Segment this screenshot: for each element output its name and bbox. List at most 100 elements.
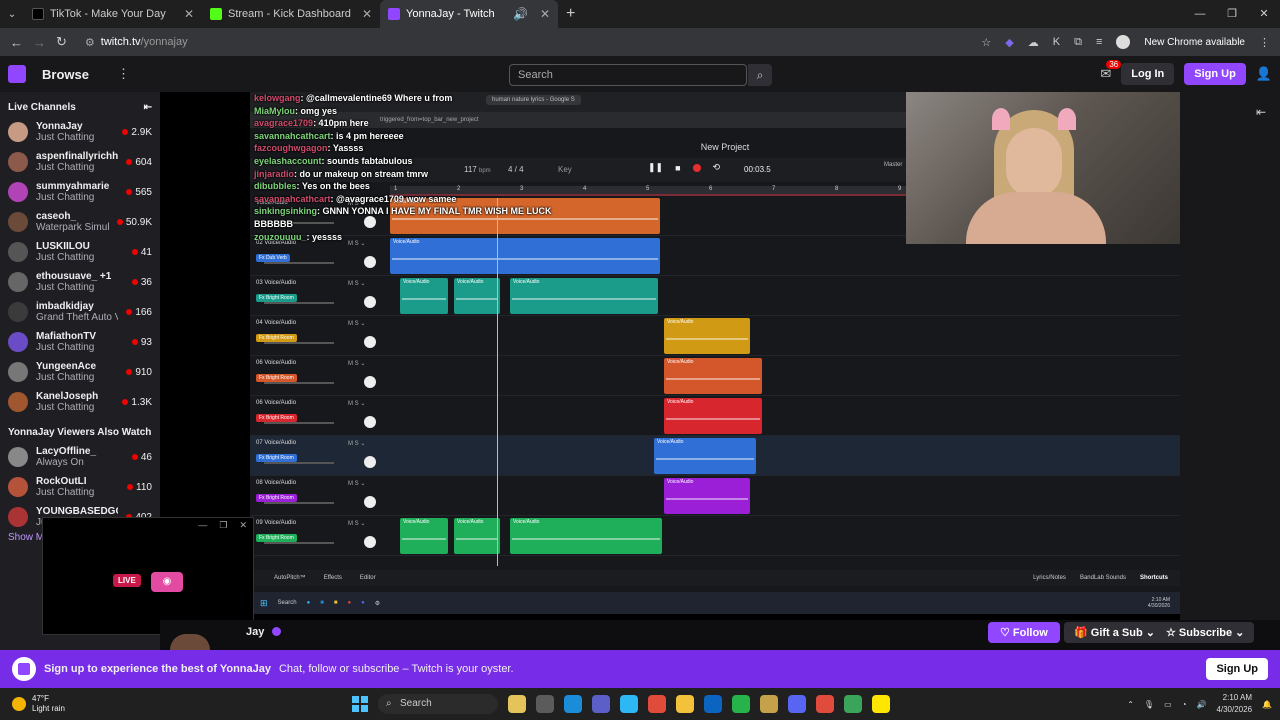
user-icon[interactable]: 👤 xyxy=(1256,66,1272,82)
extension-icon[interactable]: ◆ xyxy=(1005,36,1013,49)
close-tab-icon[interactable]: ✕ xyxy=(540,7,550,21)
taskbar-app-icon[interactable] xyxy=(508,695,526,713)
network-icon[interactable]: ▭ xyxy=(1164,700,1172,709)
taskbar-app-icon[interactable] xyxy=(816,695,834,713)
reload-icon[interactable]: ↻ xyxy=(56,34,67,50)
media-icon[interactable]: ≡ xyxy=(1096,36,1102,48)
site-info-icon[interactable]: ⚙ xyxy=(85,36,95,49)
track-header: 07 Voice/Audio Fx Bright Room M S ⌄ xyxy=(256,440,384,474)
mute-solo-icon: M S ⌄ xyxy=(348,481,366,487)
taskbar-app-icon[interactable] xyxy=(536,695,554,713)
search-input[interactable]: Search xyxy=(509,64,747,86)
volume-icon[interactable]: 🔊 xyxy=(1196,700,1206,709)
close-tab-icon[interactable]: ✕ xyxy=(184,7,194,21)
chat-overlay: kelowgang: @callmevalentine69 Where u fr… xyxy=(254,92,614,248)
back-icon[interactable]: ← xyxy=(10,35,23,50)
sidebar-channel-item[interactable]: summyahmarie Just Chatting 565 xyxy=(0,177,160,207)
chat-username: zouzouuuu_ xyxy=(254,231,307,242)
chat-text: : 410pm here xyxy=(313,118,369,129)
maximize-icon[interactable]: ❐ xyxy=(219,520,227,531)
tab-kick[interactable]: Stream - Kick Dashboard ✕ xyxy=(202,0,380,28)
url-input[interactable]: ⚙ twitch.tv/yonnajay xyxy=(77,31,972,53)
subscribe-button[interactable]: ☆ Subscribe ⌄ xyxy=(1156,622,1255,643)
sidebar-channel-item[interactable]: YonnaJay Just Chatting 2.9K xyxy=(0,117,160,147)
daw-track: 07 Voice/Audio Fx Bright Room M S ⌄ Voice/A… xyxy=(250,436,1180,476)
sidebar-channel-item[interactable]: YungeenAce Just Chatting 910 xyxy=(0,357,160,387)
search-icon[interactable]: ⌕ xyxy=(748,64,772,86)
audio-clip: Voice/Audio xyxy=(664,318,750,354)
windows-start-icon[interactable] xyxy=(352,696,368,712)
taskbar-app-icon[interactable] xyxy=(732,695,750,713)
taskbar-app-icon[interactable] xyxy=(620,695,638,713)
promo-signup-button[interactable]: Sign Up xyxy=(1206,658,1268,680)
taskbar-clock[interactable]: 2:10 AM 4/30/2026 xyxy=(1216,692,1252,716)
taskbar-app-icon[interactable] xyxy=(592,695,610,713)
signup-button[interactable]: Sign Up xyxy=(1184,63,1246,85)
track-header: 06 Voice/Audio Fx Bright Room M S ⌄ xyxy=(256,360,384,394)
login-button[interactable]: Log In xyxy=(1121,63,1175,85)
close-tab-icon[interactable]: ✕ xyxy=(362,7,372,21)
clip-waveform xyxy=(666,378,760,380)
microphone-icon[interactable]: 🎙 xyxy=(1144,700,1154,709)
mini-player-controls: — ❐ ✕ xyxy=(198,520,247,531)
extension-icon[interactable]: K xyxy=(1053,36,1060,48)
taskbar-app-icon[interactable] xyxy=(648,695,666,713)
puzzle-icon[interactable]: ⧉ xyxy=(1074,36,1082,49)
streamer-name[interactable]: Jay xyxy=(246,626,264,638)
forward-icon[interactable]: → xyxy=(33,35,46,50)
weather-temp: 47°F xyxy=(32,694,49,703)
expand-chat-icon[interactable]: ⇤ xyxy=(1256,105,1266,119)
extension-icon[interactable]: ☁ xyxy=(1028,36,1039,49)
windows-logo-icon: ⊞ xyxy=(260,597,268,608)
taskbar-search-input[interactable]: Search xyxy=(378,694,498,714)
sidebar-channel-item[interactable]: KanelJoseph Just Chatting 1.3K xyxy=(0,387,160,417)
taskbar-app-icon[interactable] xyxy=(788,695,806,713)
mini-player[interactable]: — ❐ ✕ LIVE ◉ xyxy=(42,517,254,635)
wifi-icon[interactable]: ◔ xyxy=(1182,700,1187,709)
weather-icon xyxy=(12,697,26,711)
close-window-icon[interactable]: ✕ xyxy=(1248,0,1280,28)
gift-sub-button[interactable]: 🎁 Gift a Sub ⌄ xyxy=(1064,622,1165,643)
audio-clip: Voice/Audio xyxy=(454,278,500,314)
tab-twitch[interactable]: YonnaJay - Twitch 🔊 ✕ xyxy=(380,0,558,28)
sidebar-channel-item[interactable]: ethousuave_ +1 Just Chatting 36 xyxy=(0,267,160,297)
sidebar-channel-item[interactable]: LUSKIILOU Just Chatting 41 xyxy=(0,237,160,267)
profile-avatar[interactable] xyxy=(1116,35,1131,49)
tab-tiktok[interactable]: TikTok - Make Your Day ✕ xyxy=(24,0,202,28)
taskbar-app-icon[interactable] xyxy=(872,695,890,713)
browse-link[interactable]: Browse xyxy=(42,67,89,82)
menu-icon[interactable]: ⋮ xyxy=(1259,36,1270,49)
notifications-icon[interactable]: ✉ 36 xyxy=(1100,60,1122,82)
speaker-icon[interactable]: 🔊 xyxy=(513,7,528,21)
new-chrome-available[interactable]: New Chrome available xyxy=(1144,37,1245,48)
track-header: 06 Voice/Audio Fx Bright Room M S ⌄ xyxy=(256,400,384,434)
taskbar-app-icon[interactable] xyxy=(704,695,722,713)
taskbar-app-icon[interactable] xyxy=(760,695,778,713)
sidebar-channel-item[interactable]: MafiathonTV Just Chatting 93 xyxy=(0,327,160,357)
taskbar-app-icon[interactable] xyxy=(564,695,582,713)
taskbar-app-icon[interactable] xyxy=(676,695,694,713)
sidebar-channel-item[interactable]: caseoh_Waterpark Simul... 50.9K xyxy=(0,207,160,237)
bookmark-star-icon[interactable]: ☆ xyxy=(981,36,991,49)
collapse-sidebar-icon[interactable]: ⇤ xyxy=(144,102,152,113)
sidebar-channel-item[interactable]: imbadkidjay Grand Theft Auto V 166 xyxy=(0,297,160,327)
tab-search-icon[interactable]: ⌄ xyxy=(0,9,24,20)
channel-name: YOUNGBASEDGO xyxy=(36,506,119,517)
minimize-icon[interactable]: — xyxy=(1184,0,1216,28)
chat-message: MiaMylou: omg yes xyxy=(254,105,614,118)
follow-button[interactable]: ♡ Follow xyxy=(988,622,1060,643)
channel-name: YonnaJay xyxy=(36,121,83,132)
minimize-icon[interactable]: — xyxy=(198,520,207,531)
more-menu-icon[interactable]: ⋮ xyxy=(117,66,130,82)
twitch-logo-icon[interactable] xyxy=(8,65,26,83)
tray-chevron-icon[interactable]: ⌃ xyxy=(1127,700,1134,709)
sidebar-channel-item[interactable]: LacyOffline_ Always On 46 xyxy=(0,442,160,472)
weather-widget[interactable]: 47°F Light rain xyxy=(12,694,65,714)
notifications-bell-icon[interactable]: 🔔 xyxy=(1262,700,1272,709)
sidebar-channel-item[interactable]: aspenfinallyrichh Just Chatting 604 xyxy=(0,147,160,177)
sidebar-channel-item[interactable]: RockOutLI Just Chatting 110 xyxy=(0,472,160,502)
taskbar-app-icon[interactable] xyxy=(844,695,862,713)
new-tab-button[interactable]: + xyxy=(566,5,575,23)
close-icon[interactable]: ✕ xyxy=(239,520,247,531)
maximize-icon[interactable]: ❐ xyxy=(1216,0,1248,28)
